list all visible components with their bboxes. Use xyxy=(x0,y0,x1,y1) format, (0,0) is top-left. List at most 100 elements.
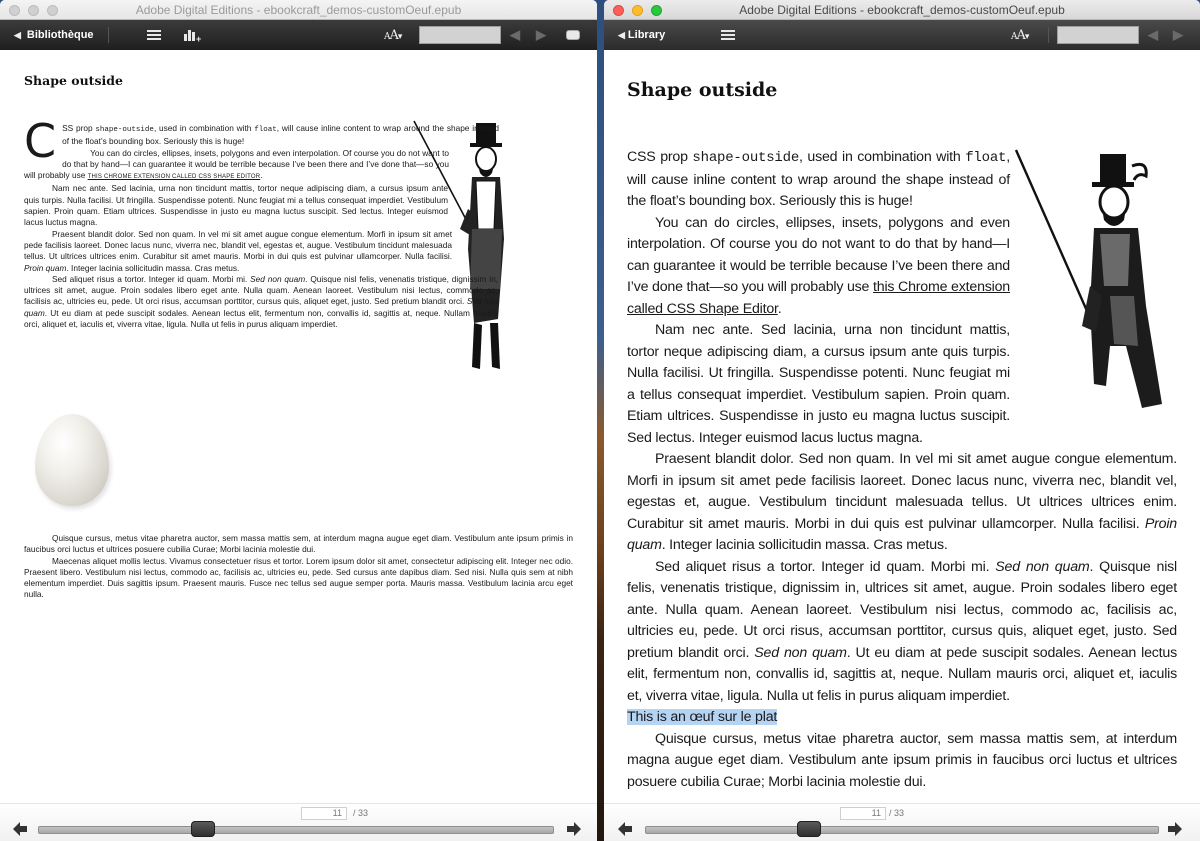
text-run: , used in combination with xyxy=(153,123,255,133)
chapter-heading: Shape outside xyxy=(24,73,123,88)
zoom-window-button[interactable] xyxy=(47,5,58,16)
book-page: Shape outside CSS prop shape-outside, us… xyxy=(604,51,1200,803)
text-run: Sed aliquet risus a tortor. Integer id q… xyxy=(655,558,996,575)
paragraph: Praesent blandit dolor. Sed non quam. In… xyxy=(24,229,574,274)
paragraph: Quisque cursus, metus vitae pharetra auc… xyxy=(627,730,1177,790)
egg-alt-text[interactable]: This is an œuf sur le plat xyxy=(627,709,777,725)
paragraph: Sed aliquet risus a tortor. Integer id q… xyxy=(24,274,574,330)
paragraph: Maecenas aliquet mollis lectus. Vivamus … xyxy=(24,555,573,600)
paragraph: Sed aliquet risus a tortor. Integer id q… xyxy=(627,557,1177,708)
egg-image xyxy=(35,414,109,506)
text-run: . xyxy=(777,300,782,317)
page-total: / 33 xyxy=(889,808,905,818)
reader-window-right: Adobe Digital Editions - ebookcraft_demo… xyxy=(604,0,1200,841)
arrow-right-icon xyxy=(1168,822,1182,836)
paragraph: You can do circles, ellipses, insets, po… xyxy=(627,213,1177,321)
paragraph-intro: CSS prop shape-outside, used in combinat… xyxy=(627,147,1177,213)
text-run: . Ut eu diam at pede suscipit sodales. A… xyxy=(24,307,498,330)
table-of-contents-button[interactable] xyxy=(147,20,161,50)
text-run: , used in combination with xyxy=(799,149,966,165)
window-controls xyxy=(613,5,662,16)
text-run: SS prop xyxy=(62,123,96,133)
library-back-button[interactable]: ◀ Bibliothèque xyxy=(14,20,94,50)
chapter-heading: Shape outside xyxy=(627,79,778,101)
paragraph: Quisque cursus, metus vitae pharetra auc… xyxy=(24,533,573,555)
code-shape-outside: shape-outside xyxy=(692,150,800,166)
egg-alt-text-line: This is an œuf sur le plat xyxy=(627,707,1177,729)
arrow-right-icon xyxy=(567,822,581,836)
page-navigation-bar: 11 / 33 xyxy=(0,803,597,841)
close-window-button[interactable] xyxy=(9,5,20,16)
close-window-button[interactable] xyxy=(613,5,624,16)
page-slider-track[interactable] xyxy=(645,826,1159,834)
page-slider-thumb[interactable] xyxy=(190,821,215,837)
minimize-window-button[interactable] xyxy=(28,5,39,16)
window-title: Adobe Digital Editions - ebookcraft_demo… xyxy=(739,3,1065,17)
code-float: float xyxy=(254,126,277,134)
back-arrow-icon: ◀ xyxy=(14,29,21,40)
page-navigation-bar: 11 / 33 xyxy=(604,803,1200,841)
fullscreen-button[interactable] xyxy=(566,20,580,50)
page-number-input[interactable]: 11 xyxy=(840,807,886,820)
search-input[interactable] xyxy=(1057,26,1139,44)
font-size-button[interactable]: AA▾ xyxy=(384,20,402,50)
toolbar: ◀ Library AA▾ ◀ ▶ xyxy=(604,20,1200,50)
paragraph: You can do circles, ellipses, insets, po… xyxy=(24,148,574,184)
paragraph-intro: CSS prop shape-outside, used in combinat… xyxy=(24,118,574,164)
text-run: CSS prop xyxy=(627,149,693,165)
previous-page-button[interactable] xyxy=(12,822,28,836)
code-shape-outside: shape-outside xyxy=(95,126,154,134)
search-next-button[interactable]: ▶ xyxy=(1173,20,1183,50)
list-icon xyxy=(721,30,735,40)
font-size-button[interactable]: AA▾ xyxy=(1011,20,1029,50)
drop-cap: C xyxy=(24,114,57,168)
chapter-body-continued: Quisque cursus, metus vitae pharetra auc… xyxy=(24,533,573,601)
chapter-body: CSS prop shape-outside, used in combinat… xyxy=(627,147,1177,793)
search-next-button[interactable]: ▶ xyxy=(536,20,546,50)
list-icon xyxy=(147,30,161,40)
window-title: Adobe Digital Editions - ebookcraft_demo… xyxy=(135,3,462,17)
font-size-icon: AA▾ xyxy=(384,27,402,43)
previous-page-button[interactable] xyxy=(617,822,633,836)
text-run: . Integer lacinia sollicitudin massa. Cr… xyxy=(661,537,948,553)
font-size-icon: AA▾ xyxy=(1011,27,1029,43)
css-shape-editor-link[interactable]: this Chrome extension called CSS Shape E… xyxy=(88,174,261,180)
toolbar-divider xyxy=(108,27,109,43)
search-previous-button[interactable]: ◀ xyxy=(510,20,520,50)
paragraph: Praesent blandit dolor. Sed non quam. In… xyxy=(627,449,1177,557)
text-run: Praesent blandit dolor. Sed non quam. In… xyxy=(627,451,1177,532)
toolbar-divider xyxy=(1048,27,1049,43)
arrow-left-icon xyxy=(618,822,632,836)
code-float: float xyxy=(965,150,1007,166)
emphasis: Sed non quam xyxy=(250,273,306,284)
window-controls xyxy=(9,5,58,16)
bookmarks-button[interactable]: + xyxy=(184,20,201,50)
titlebar: Adobe Digital Editions - ebookcraft_demo… xyxy=(604,0,1200,20)
next-page-button[interactable] xyxy=(1167,822,1183,836)
text-run: . xyxy=(260,170,263,181)
library-back-button[interactable]: ◀ Library xyxy=(618,20,665,50)
search-previous-button[interactable]: ◀ xyxy=(1148,20,1158,50)
text-run: . Integer lacinia sollicitudin massa. Cr… xyxy=(66,262,240,273)
fullscreen-icon xyxy=(566,30,580,40)
back-arrow-icon: ◀ xyxy=(618,29,625,40)
library-back-label: Bibliothèque xyxy=(26,29,94,41)
search-input[interactable] xyxy=(419,26,501,44)
next-page-button[interactable] xyxy=(566,822,582,836)
emphasis: Sed non quam xyxy=(754,644,847,661)
page-number-input[interactable]: 11 xyxy=(301,807,347,820)
book-page: Shape outside CSS prop shape-outside, us… xyxy=(0,51,597,803)
paragraph: Nam nec ante. Sed lacinia, urna non tinc… xyxy=(24,183,448,228)
page-slider-thumb[interactable] xyxy=(796,821,821,837)
page-total: / 33 xyxy=(353,808,369,818)
page-slider-track[interactable] xyxy=(38,826,554,834)
zoom-window-button[interactable] xyxy=(651,5,662,16)
text-run: Sed aliquet risus a tortor. Integer id q… xyxy=(52,273,251,284)
reader-window-left: Adobe Digital Editions - ebookcraft_demo… xyxy=(0,0,597,841)
table-of-contents-button[interactable] xyxy=(721,20,735,50)
minimize-window-button[interactable] xyxy=(632,5,643,16)
bookmark-bars-icon: + xyxy=(184,29,201,44)
text-run: Praesent blandit dolor. Sed non quam. In… xyxy=(24,228,452,262)
emphasis: Proin quam xyxy=(24,262,67,273)
emphasis: Sed non quam xyxy=(995,558,1090,575)
